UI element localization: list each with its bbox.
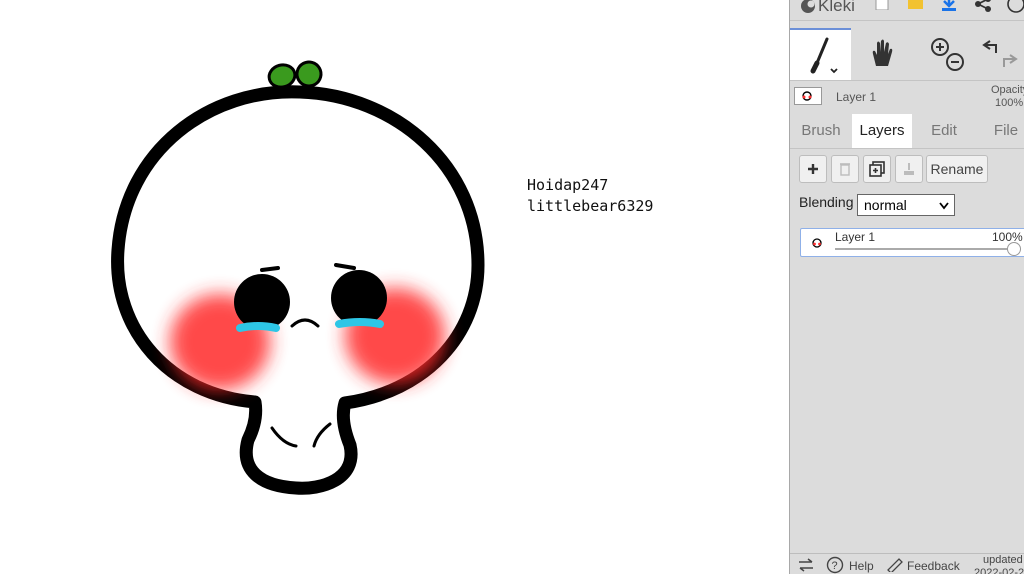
layer-actions: Rename [790, 155, 1024, 187]
trash-icon [840, 163, 850, 176]
tool-row [790, 28, 1024, 81]
tab-layers[interactable]: Layers [852, 114, 912, 148]
drawing-canvas[interactable]: Hoidap247 littlebear6329 [0, 0, 789, 574]
swap-sides-icon[interactable] [798, 558, 814, 572]
brush-icon [810, 37, 838, 74]
kleki-logo[interactable]: Kleki [800, 0, 855, 16]
blending-label: Blending [799, 194, 854, 210]
undo-icon[interactable] [982, 40, 997, 53]
zoom-out-icon[interactable] [946, 53, 964, 71]
bottom-bar: ? Help Feedback updated 2022-02-2 [790, 553, 1024, 574]
new-image-icon[interactable] [875, 0, 889, 15]
opacity-value: 100% [995, 97, 1024, 109]
download-icon[interactable] [940, 0, 958, 17]
current-layer-bar[interactable]: Layer 1 Opacity 100% [790, 82, 1024, 112]
updated-date: 2022-02-2 [974, 567, 1024, 574]
tab-brush[interactable]: Brush [792, 114, 850, 148]
canvas-text-line-1: Hoidap247 [527, 176, 609, 194]
tab-edit[interactable]: Edit [916, 114, 972, 148]
head-outline [111, 85, 485, 495]
duplicate-icon [869, 161, 885, 177]
hand-icon [872, 39, 893, 66]
blending-select[interactable]: normal [857, 194, 955, 216]
share-icon[interactable] [974, 0, 992, 17]
hand-tool[interactable] [851, 28, 913, 78]
feedback-link[interactable]: Feedback [907, 559, 960, 573]
right-tear [335, 318, 384, 328]
help-circle-icon[interactable]: ? [826, 556, 844, 574]
delete-layer-button[interactable] [831, 155, 859, 183]
blending-value: normal [864, 197, 907, 213]
layer-list-item[interactable]: Layer 1 100% [800, 228, 1024, 257]
app-name: Kleki [818, 0, 855, 15]
undo-redo-tool [975, 28, 1024, 78]
layer-item-name: Layer 1 [835, 230, 876, 244]
current-layer-name: Layer 1 [836, 90, 877, 104]
redo-icon[interactable] [1003, 54, 1018, 67]
canvas-text-line-2: littlebear6329 [527, 197, 654, 215]
help-link[interactable]: Help [849, 559, 874, 573]
open-folder-icon[interactable] [907, 0, 925, 15]
plus-icon [808, 164, 818, 174]
merge-layer-button[interactable] [895, 155, 923, 183]
left-eye [234, 274, 290, 330]
svg-text:?: ? [832, 560, 838, 572]
drawing-artwork [111, 60, 485, 495]
layer-opacity-slider-handle[interactable] [1007, 242, 1021, 256]
help-icon[interactable] [1006, 0, 1024, 19]
rename-layer-button[interactable]: Rename [926, 155, 988, 183]
left-eyebrow [260, 266, 280, 272]
brush-tool[interactable] [790, 28, 851, 80]
duplicate-layer-button[interactable] [863, 155, 891, 183]
add-layer-button[interactable] [799, 155, 827, 183]
zoom-tool[interactable] [913, 28, 975, 78]
panel-tabs: Brush Layers Edit File [790, 114, 1024, 149]
layer-opacity-slider[interactable] [835, 248, 1021, 250]
left-tear [236, 322, 280, 332]
feedback-icon[interactable] [887, 558, 903, 572]
opacity-label: Opacity [991, 84, 1024, 96]
updated-label: updated [983, 554, 1023, 566]
layer-item-thumbnail [806, 235, 828, 251]
layer-item-opacity: 100% [992, 230, 1023, 244]
chevron-down-icon [939, 202, 949, 210]
tab-file[interactable]: File [978, 114, 1024, 148]
merge-down-icon [904, 163, 914, 175]
top-toolbar: Kleki [790, 0, 1024, 21]
layer-thumbnail [794, 87, 822, 105]
zoom-in-icon[interactable] [931, 38, 949, 56]
kleki-logo-icon [801, 0, 815, 13]
control-panel: Kleki Layer 1 Opacit 100% Brush Layers E… [789, 0, 1024, 574]
right-eye [331, 270, 387, 326]
